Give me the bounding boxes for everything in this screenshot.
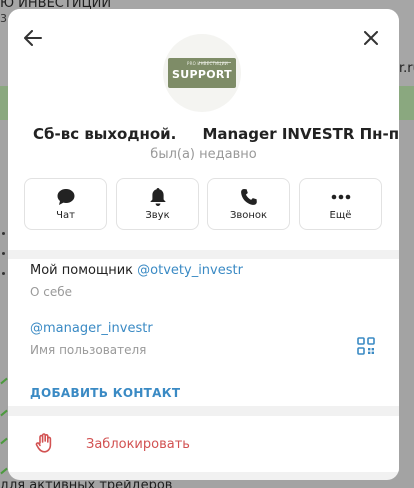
qr-code-button[interactable] [357, 337, 375, 355]
chat-button-label: Чат [56, 210, 75, 221]
bio-caption: О себе [30, 285, 73, 299]
back-button[interactable] [17, 22, 49, 54]
profile-name: Сб-вс выходной. Manager INVESTR Пн-пт 8.… [33, 125, 399, 143]
block-user-button[interactable]: Заблокировать [8, 416, 399, 472]
bio-link[interactable]: @otvety_investr [137, 263, 243, 278]
close-button[interactable] [355, 22, 387, 54]
bio-prefix: Мой помощник [30, 263, 138, 278]
username-link[interactable]: @manager_investr [30, 321, 153, 336]
call-button[interactable]: Звонок [207, 178, 290, 230]
block-user-label: Заблокировать [86, 437, 190, 452]
close-icon [364, 31, 378, 45]
avatar-logo-big-text: SUPPORT [172, 68, 232, 81]
sound-button-label: Звук [145, 210, 170, 221]
profile-dialog: PRO ИНВЕСТИЦИИ SUPPORT Сб-вс выходной. M… [8, 9, 399, 480]
qr-code-icon [357, 337, 375, 355]
background-bullet [2, 272, 5, 275]
chat-button[interactable]: Чат [24, 178, 107, 230]
more-button[interactable]: Ещё [299, 178, 382, 230]
hand-stop-icon [35, 433, 52, 453]
phone-icon [240, 189, 257, 205]
profile-status: был(а) недавно [150, 147, 257, 162]
sound-button[interactable]: Звук [116, 178, 199, 230]
profile-info: Мой помощник @otvety_investr О себе @man… [8, 259, 399, 406]
add-contact-button[interactable]: ДОБАВИТЬ КОНТАКТ [30, 386, 180, 400]
background-bullet [2, 252, 5, 255]
avatar[interactable]: PRO ИНВЕСТИЦИИ SUPPORT [163, 34, 241, 112]
avatar-logo-small-text: PRO ИНВЕСТИЦИИ [187, 61, 229, 66]
bio-text: Мой помощник @otvety_investr [30, 263, 243, 278]
username-caption: Имя пользователя [30, 343, 147, 357]
arrow-left-icon [24, 30, 42, 46]
chat-bubble-icon [57, 189, 74, 205]
action-row: Чат Звук Звонок Ещё [24, 178, 383, 230]
background-url: r.ru [399, 61, 414, 76]
bell-icon [149, 188, 166, 206]
more-dots-icon [331, 194, 350, 200]
profile-header: PRO ИНВЕСТИЦИИ SUPPORT Сб-вс выходной. M… [8, 9, 399, 250]
background-list-marker: 3 [0, 12, 7, 25]
background-bullet [2, 232, 5, 235]
call-button-label: Звонок [229, 210, 268, 221]
more-button-label: Ещё [329, 210, 352, 221]
